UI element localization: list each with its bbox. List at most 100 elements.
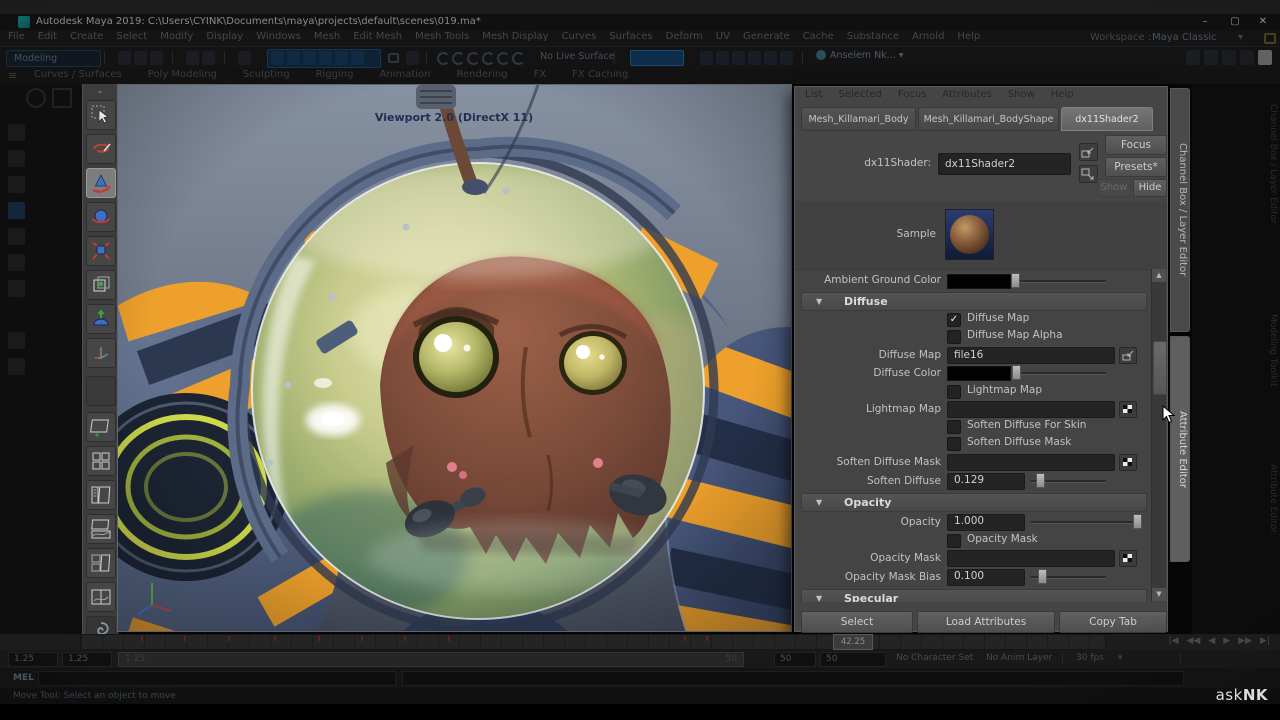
command-input-field[interactable] [38, 671, 396, 686]
attribute-editor-tab[interactable]: Attribute Editor [1170, 336, 1190, 562]
soften-diffuse-mask-field[interactable] [947, 454, 1115, 471]
move-tool-button[interactable] [86, 338, 116, 368]
ambient-ground-color-slider-handle[interactable] [1011, 273, 1020, 288]
menu-item[interactable]: Mesh Display [482, 31, 548, 42]
select-object-icon[interactable] [287, 51, 300, 65]
sidebar-toggle-character-icon[interactable] [1204, 50, 1218, 65]
sidebar-toggle-attribute-editor-icon[interactable] [1258, 50, 1272, 65]
range-bar[interactable]: 1.25 50 [118, 652, 744, 667]
save-scene-icon[interactable] [150, 51, 163, 65]
snap-live-icon[interactable] [512, 52, 525, 65]
shelf-tab[interactable]: Rigging [316, 69, 354, 80]
animation-end-field[interactable]: 50 [820, 652, 886, 667]
opacity-slider-handle[interactable] [1133, 514, 1142, 529]
dim-modeling-toolkit-tab[interactable]: Modeling Toolkit [1268, 314, 1278, 387]
soften-diffuse-field[interactable]: 0.129 [947, 473, 1025, 490]
viewport-canvas[interactable]: Viewport 2.0 (DirectX 11) persp [118, 85, 791, 631]
menu-set-selector[interactable]: Modeling [6, 50, 101, 67]
select-vertex-icon[interactable] [319, 51, 332, 65]
workspace-selector[interactable]: Maya Classic [1152, 32, 1217, 43]
load-attributes-button[interactable]: Load Attributes [917, 611, 1055, 633]
sidebar-toggle-modeling-toolkit-icon[interactable] [1186, 50, 1200, 65]
transport-button[interactable]: ▶| [1260, 636, 1270, 646]
menu-item[interactable]: Arnold [912, 31, 944, 42]
soften-diffuse-for-skin-checkbox[interactable] [947, 420, 961, 434]
character-set-selector[interactable]: No Character Set [896, 653, 973, 663]
viewport-panel[interactable]: Viewport 2.0 (DirectX 11) persp [117, 84, 792, 632]
snap-view-plane-icon[interactable] [497, 52, 510, 65]
ipr-render-icon[interactable] [732, 51, 745, 65]
channel-box-layer-editor-tab[interactable]: Channel Box / Layer Editor [1170, 88, 1190, 332]
lightmap-map-checkbox[interactable] [947, 385, 961, 399]
playback-end-field[interactable]: 50 [774, 652, 816, 667]
menu-item[interactable]: Modify [160, 31, 193, 42]
user-account-menu[interactable]: Anselem Nk... ▾ [816, 50, 904, 61]
hide-button[interactable]: Hide [1133, 179, 1167, 197]
nurbs-square-shelf-icon[interactable] [52, 88, 72, 108]
restore-button[interactable]: ▢ [1224, 14, 1246, 29]
select-hierarchy-icon[interactable] [271, 51, 284, 65]
shelf-tab[interactable]: Rendering [456, 69, 507, 80]
ambient-ground-color-swatch[interactable] [947, 274, 1011, 289]
shelf-tab[interactable]: FX Caching [572, 69, 628, 80]
soften-diffuse-mask-checkbox[interactable] [947, 437, 961, 451]
lock-selection-icon[interactable] [388, 53, 399, 63]
rotate-tool-button[interactable] [86, 202, 116, 232]
shelf-tab[interactable]: Animation [380, 69, 431, 80]
new-scene-icon[interactable] [118, 51, 131, 65]
layout-single-pane-button[interactable] [86, 412, 116, 442]
diffuse-color-swatch[interactable] [947, 366, 1011, 381]
diffuse-map-connection-icon[interactable] [1119, 347, 1137, 364]
ae-menu-item[interactable]: Attributes [942, 89, 991, 100]
menu-item[interactable]: Deform [666, 31, 703, 42]
scale-tool-button[interactable] [86, 236, 116, 266]
menu-item[interactable]: Select [116, 31, 147, 42]
diffuse-map-checkbox[interactable]: ✓ [947, 313, 961, 327]
menu-item[interactable]: Cache [803, 31, 834, 42]
menu-item[interactable]: Create [70, 31, 103, 42]
menu-item[interactable]: Curves [562, 31, 597, 42]
connect-input-icon[interactable] [1079, 143, 1098, 161]
soften-diffuse-slider-handle[interactable] [1036, 473, 1045, 488]
timeline-ruler[interactable] [80, 634, 1106, 650]
lightmap-map-field[interactable] [947, 401, 1115, 418]
tab-dx11shader2[interactable]: dx11Shader2 [1061, 107, 1153, 131]
menu-item[interactable]: File [8, 31, 25, 42]
opacity-mask-checkbox[interactable] [947, 534, 961, 548]
shelf-tab[interactable]: Curves / Surfaces [34, 69, 122, 80]
select-face-icon[interactable] [351, 51, 364, 65]
universal-manipulator-button[interactable] [86, 270, 116, 300]
dim-select-tool-icon[interactable] [8, 124, 25, 141]
dim-lasso-tool-icon[interactable] [8, 150, 25, 167]
menu-item[interactable]: Generate [743, 31, 790, 42]
menu-item[interactable]: Help [957, 31, 980, 42]
nurbs-circle-shelf-icon[interactable] [26, 88, 46, 108]
soft-modification-tool-button[interactable] [86, 304, 116, 334]
sidebar-toggle-outliner-icon[interactable] [1240, 50, 1254, 65]
menu-item[interactable]: Substance [847, 31, 899, 42]
menu-item[interactable]: Edit [38, 31, 57, 42]
ae-menu-item[interactable]: Show [1008, 89, 1035, 100]
minimize-button[interactable]: – [1194, 14, 1216, 29]
dim-layout-icon[interactable] [8, 332, 25, 349]
ae-menu-item[interactable]: Selected [838, 89, 881, 100]
copy-tab-button[interactable]: Copy Tab [1059, 611, 1167, 633]
scroll-down-icon[interactable]: ▼ [1152, 588, 1166, 601]
select-button[interactable]: Select [801, 611, 913, 633]
hypershade-icon[interactable] [764, 51, 777, 65]
diffuse-color-slider-handle[interactable] [1012, 365, 1021, 380]
menu-item[interactable]: Windows [256, 31, 301, 42]
ae-menu-item[interactable]: List [805, 89, 822, 100]
select-tool-button[interactable] [86, 100, 116, 130]
diffuse-map-alpha-checkbox[interactable] [947, 330, 961, 344]
last-tool-slot-button[interactable] [86, 376, 116, 406]
layout-four-pane-button[interactable] [86, 446, 116, 476]
opacity-mask-texture-icon[interactable] [1119, 550, 1137, 567]
ae-menu-item[interactable]: Help [1051, 89, 1074, 100]
ae-menu-item[interactable]: Focus [898, 89, 927, 100]
opacity-mask-field[interactable] [947, 550, 1115, 567]
tab-mesh-killamari-body[interactable]: Mesh_Killamari_Body [801, 107, 916, 131]
shelf-tab[interactable]: Sculpting [243, 69, 290, 80]
soften-diffuse-mask-texture-icon[interactable] [1119, 454, 1137, 471]
presets-button[interactable]: Presets* [1105, 157, 1167, 177]
